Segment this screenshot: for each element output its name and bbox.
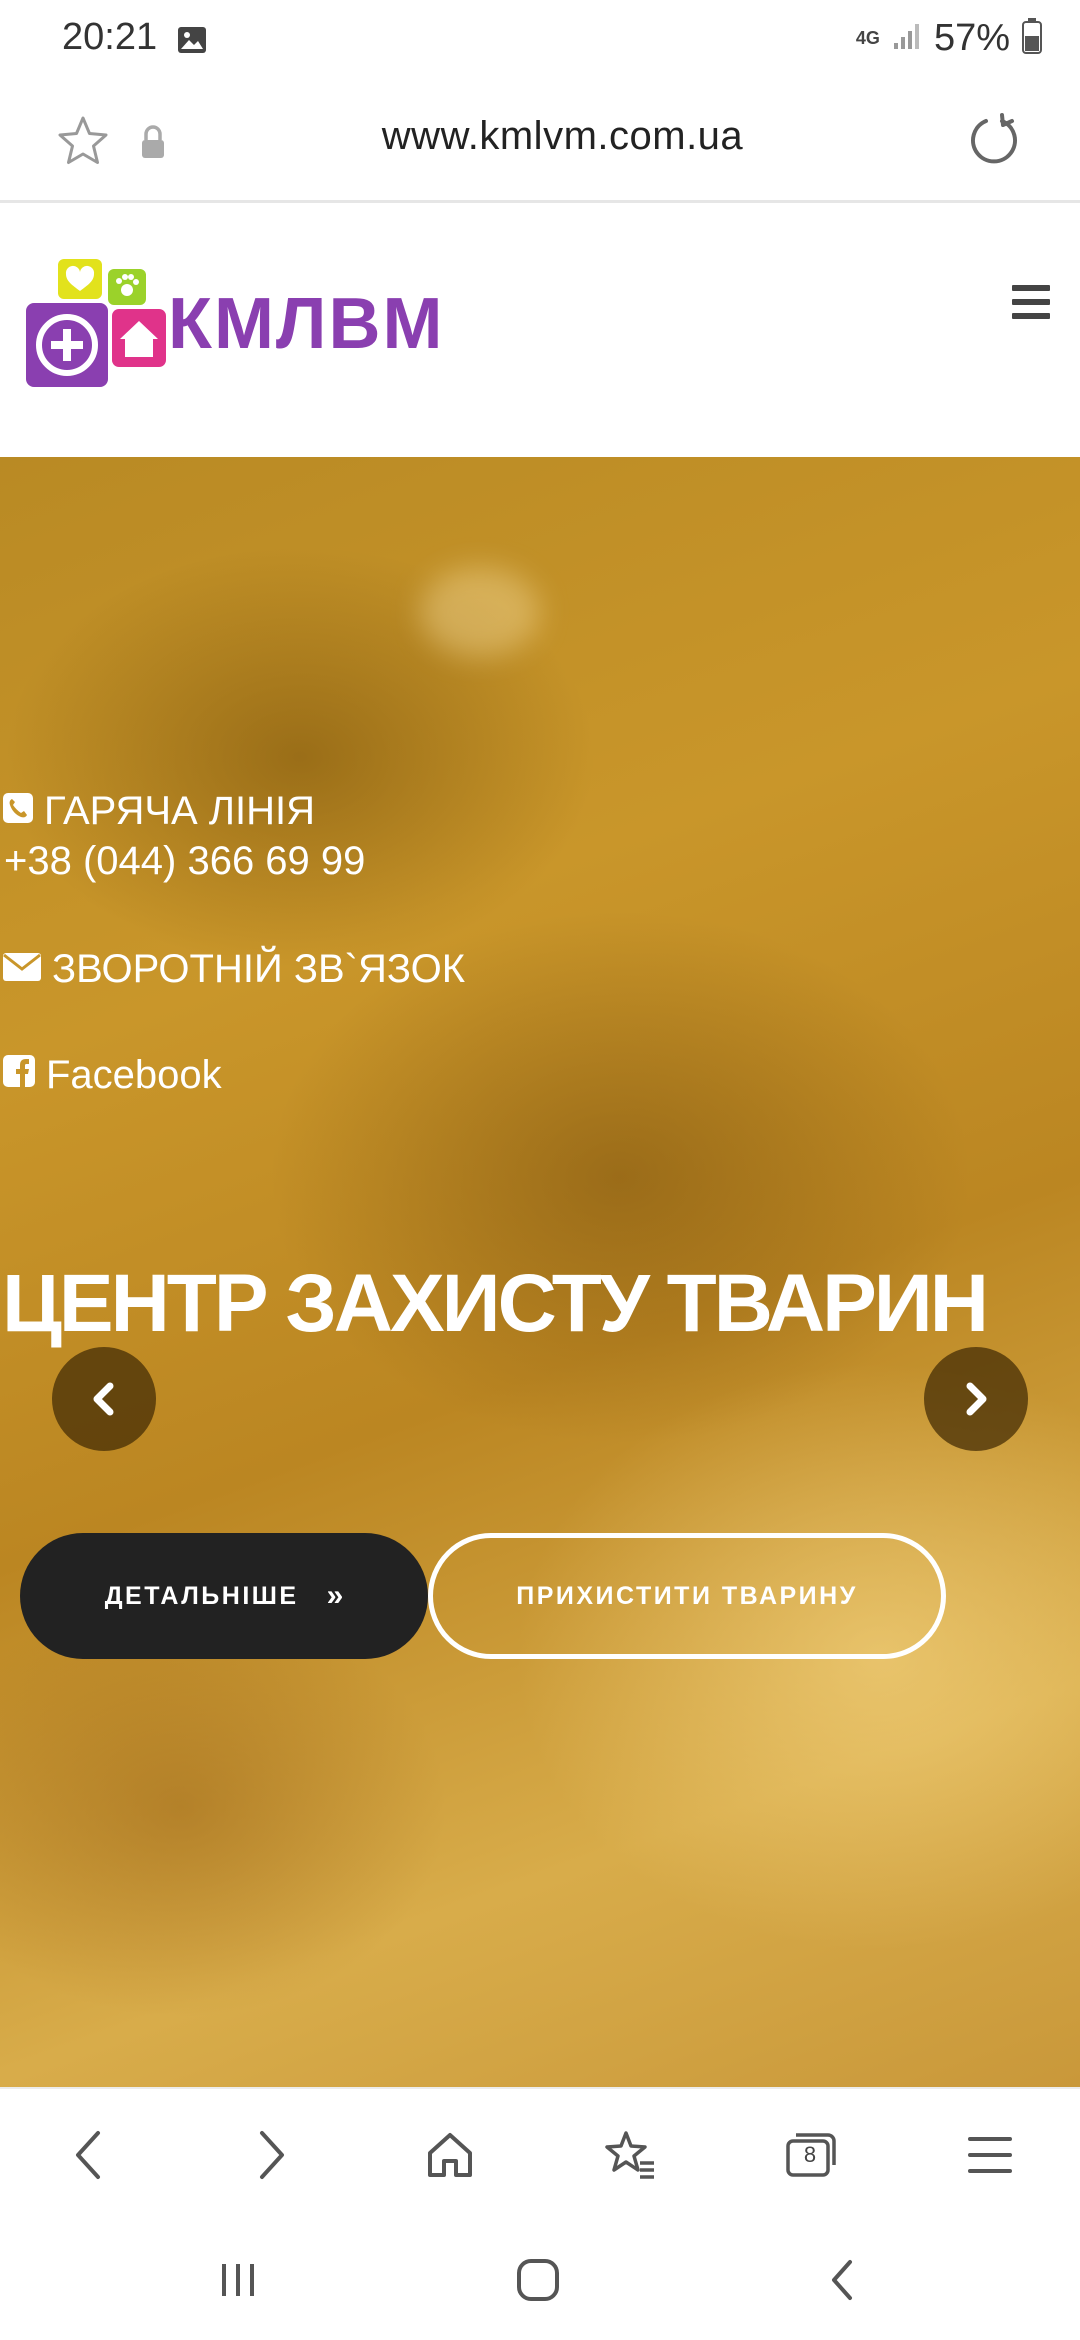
system-nav-bar xyxy=(0,2217,1080,2340)
hero-background-highlight xyxy=(420,567,540,657)
address-bar: www.kmlvm.com.ua xyxy=(0,80,1080,203)
slider-next-button[interactable] xyxy=(924,1347,1028,1451)
home-icon[interactable] xyxy=(420,2125,480,2185)
site-logo[interactable] xyxy=(22,257,172,407)
reload-icon[interactable] xyxy=(966,112,1022,168)
slider-prev-button[interactable] xyxy=(52,1347,156,1451)
hotline-phone[interactable]: +38 (044) 366 69 99 xyxy=(4,839,365,884)
shelter-animal-button[interactable]: ПРИХИСТИТИ ТВАРИНУ xyxy=(428,1533,946,1659)
status-time: 20:21 xyxy=(62,16,158,58)
logo-text[interactable]: КМЛВМ xyxy=(168,283,444,365)
feedback-label: ЗВОРОТНІЙ ЗВ`ЯЗОК xyxy=(52,947,466,991)
forward-icon[interactable] xyxy=(242,2125,302,2185)
facebook-icon xyxy=(2,1053,36,1098)
details-button-label: ДЕТАЛЬНІШЕ xyxy=(104,1581,299,1610)
hotline-label: ГАРЯЧА ЛІНІЯ xyxy=(44,789,316,833)
shelter-button-label: ПРИХИСТИТИ ТВАРИНУ xyxy=(516,1581,858,1610)
tabs-icon[interactable]: 8 xyxy=(780,2125,840,2185)
feedback-link[interactable]: ЗВОРОТНІЙ ЗВ`ЯЗОК xyxy=(2,947,465,992)
back-icon[interactable] xyxy=(58,2125,118,2185)
gallery-icon xyxy=(176,24,208,56)
hamburger-icon[interactable] xyxy=(1012,285,1050,319)
network-type: 4G xyxy=(855,28,880,48)
facebook-label: Facebook xyxy=(46,1053,222,1097)
phone-icon xyxy=(2,789,34,834)
envelope-icon xyxy=(2,947,42,992)
star-icon[interactable] xyxy=(56,114,110,168)
recents-icon[interactable] xyxy=(208,2255,268,2305)
details-button[interactable]: ДЕТАЛЬНІШЕ » xyxy=(20,1533,428,1659)
tabs-count: 8 xyxy=(803,2142,817,2167)
battery-percentage: 57% xyxy=(933,16,1010,59)
browser-toolbar: 8 xyxy=(0,2087,1080,2219)
chevron-right-icon xyxy=(966,1382,987,1416)
lock-icon[interactable] xyxy=(138,124,168,160)
status-indicators: 4G 57% xyxy=(856,16,1042,60)
battery-icon xyxy=(1022,17,1042,59)
signal-icon xyxy=(892,21,922,56)
hero-title: ЦЕНТР ЗАХИСТУ ТВАРИН xyxy=(2,1258,989,1349)
double-chevron-right-icon: » xyxy=(326,1579,344,1612)
bookmarks-icon[interactable] xyxy=(600,2125,660,2185)
url-field[interactable]: www.kmlvm.com.ua xyxy=(200,114,925,159)
hotline-link[interactable]: ГАРЯЧА ЛІНІЯ xyxy=(2,789,315,834)
hero-banner: ГАРЯЧА ЛІНІЯ +38 (044) 366 69 99 ЗВОРОТН… xyxy=(0,457,1080,2087)
status-bar: 20:21 4G 57% xyxy=(0,0,1080,80)
site-header: КМЛВМ xyxy=(0,203,1080,457)
facebook-link[interactable]: Facebook xyxy=(2,1053,222,1098)
system-back-icon[interactable] xyxy=(812,2255,872,2305)
home-button-icon[interactable] xyxy=(508,2255,568,2305)
chevron-left-icon xyxy=(93,1382,114,1416)
menu-icon[interactable] xyxy=(960,2125,1020,2185)
